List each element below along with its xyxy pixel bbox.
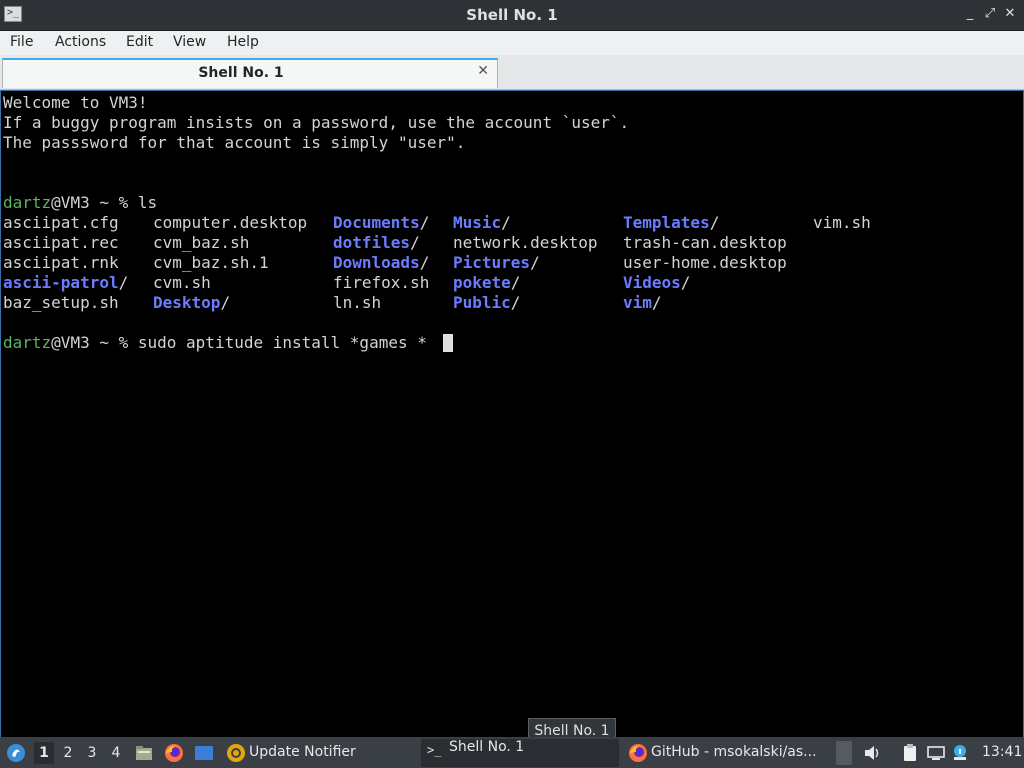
task-shell-no-1[interactable]: >_ Shell No. 1 bbox=[421, 739, 619, 767]
ls-dir: vim/ bbox=[623, 293, 662, 312]
start-menu-icon[interactable] bbox=[6, 743, 26, 763]
welcome-line: Welcome to VM3! bbox=[3, 93, 148, 112]
close-button[interactable]: ✕ bbox=[1002, 6, 1018, 22]
ls-file: asciipat.cfg bbox=[3, 213, 119, 232]
ls-file: user-home.desktop bbox=[623, 253, 787, 272]
ls-dir: Downloads/ bbox=[333, 253, 430, 272]
firefox-icon bbox=[629, 744, 647, 762]
ls-file: cvm_baz.sh.1 bbox=[153, 253, 269, 272]
prompt-user: dartz bbox=[3, 333, 52, 352]
ls-file: ln.sh bbox=[333, 293, 382, 312]
task-update-notifier[interactable]: Update Notifier bbox=[249, 737, 356, 768]
tray-arrow[interactable] bbox=[836, 741, 852, 765]
ls-dir: Templates/ bbox=[623, 213, 720, 232]
menu-file[interactable]: File bbox=[10, 34, 33, 50]
menu-bar: File Actions Edit View Help bbox=[0, 31, 1024, 55]
menu-view[interactable]: View bbox=[173, 34, 206, 50]
prompt-host: @VM3 ~ % bbox=[51, 193, 138, 212]
ls-file: asciipat.rnk bbox=[3, 253, 119, 272]
ls-dir: Desktop/ bbox=[153, 293, 231, 312]
window-title: Shell No. 1 bbox=[466, 6, 558, 24]
command-text: sudo aptitude install *games * bbox=[137, 333, 427, 352]
tab-label: Shell No. 1 bbox=[198, 65, 284, 81]
clock[interactable]: 13:41 bbox=[982, 737, 1022, 768]
workspace-2[interactable]: 2 bbox=[58, 742, 78, 764]
ls-dir: dotfiles/ bbox=[333, 233, 420, 252]
ls-file: cvm.sh bbox=[153, 273, 211, 292]
workspace-4[interactable]: 4 bbox=[106, 742, 126, 764]
update-notifier-icon[interactable] bbox=[226, 743, 246, 763]
workspace-3[interactable]: 3 bbox=[82, 742, 102, 764]
ls-file: baz_setup.sh bbox=[3, 293, 119, 312]
tab-bar: Shell No. 1 ✕ bbox=[0, 55, 1024, 90]
ls-dir: pokete/ bbox=[453, 273, 521, 292]
text-cursor bbox=[443, 334, 453, 352]
firefox-icon[interactable] bbox=[164, 743, 184, 763]
ls-file: asciipat.rec bbox=[3, 233, 119, 252]
desktop-icon[interactable] bbox=[194, 743, 214, 763]
ls-dir: Public/ bbox=[453, 293, 521, 312]
workspace-1[interactable]: 1 bbox=[34, 742, 54, 764]
taskbar: 1 2 3 4 Update Notifier >_ Shell No. 1 G… bbox=[0, 737, 1024, 768]
minimize-button[interactable]: _ bbox=[962, 6, 978, 22]
file-manager-icon[interactable] bbox=[134, 743, 154, 763]
welcome-line: If a buggy program insists on a password… bbox=[3, 113, 630, 132]
prompt-user: dartz bbox=[3, 193, 52, 212]
volume-icon[interactable] bbox=[862, 743, 882, 763]
clipboard-icon[interactable] bbox=[900, 743, 920, 763]
ls-file: firefox.sh bbox=[333, 273, 430, 292]
ls-dir: Videos/ bbox=[623, 273, 691, 292]
ls-dir: ascii-patrol/ bbox=[3, 273, 129, 292]
ls-dir: Documents/ bbox=[333, 213, 430, 232]
prompt-line: dartz@VM3 ~ % ls bbox=[3, 193, 157, 213]
prompt-host: @VM3 ~ % bbox=[51, 333, 138, 352]
network-icon[interactable] bbox=[926, 743, 946, 763]
ls-file: trash-can.desktop bbox=[623, 233, 787, 252]
command-text: ls bbox=[137, 193, 158, 212]
ls-dir: Music/ bbox=[453, 213, 511, 232]
welcome-line: The passsword for that account is simply… bbox=[3, 133, 466, 152]
tab-close-icon[interactable]: ✕ bbox=[477, 63, 489, 79]
ls-file: cvm_baz.sh bbox=[153, 233, 250, 252]
terminal-icon: >_ bbox=[427, 743, 442, 757]
title-bar[interactable]: >_ Shell No. 1 _ ⤢ ✕ bbox=[0, 0, 1024, 31]
ls-file: network.desktop bbox=[453, 233, 598, 252]
terminal-output[interactable]: Welcome to VM3! If a buggy program insis… bbox=[0, 90, 1024, 738]
task-github[interactable]: GitHub - msokalski/as... bbox=[651, 737, 817, 768]
tab-shell-1[interactable]: Shell No. 1 ✕ bbox=[2, 58, 498, 88]
task-label: Shell No. 1 bbox=[449, 739, 525, 755]
ls-file: computer.desktop bbox=[153, 213, 308, 232]
menu-edit[interactable]: Edit bbox=[126, 34, 153, 50]
prompt-line: dartz@VM3 ~ % sudo aptitude install *gam… bbox=[3, 333, 427, 353]
maximize-button[interactable]: ⤢ bbox=[982, 6, 998, 22]
ls-file: vim.sh bbox=[813, 213, 871, 232]
info-icon[interactable] bbox=[950, 743, 970, 763]
menu-actions[interactable]: Actions bbox=[55, 34, 106, 50]
menu-help[interactable]: Help bbox=[227, 34, 259, 50]
ls-dir: Pictures/ bbox=[453, 253, 540, 272]
